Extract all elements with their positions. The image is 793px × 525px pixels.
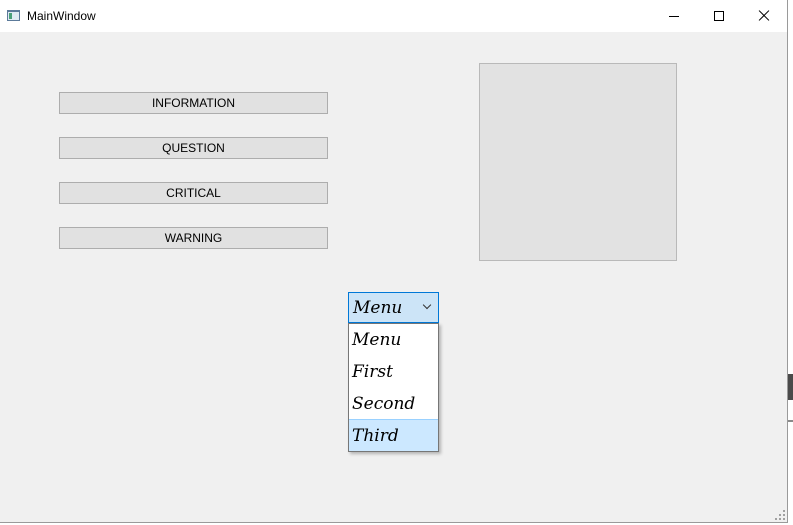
- dropdown-item-second[interactable]: Second: [349, 388, 438, 420]
- title-bar[interactable]: MainWindow: [0, 0, 787, 32]
- image-placeholder: [479, 63, 677, 261]
- minimize-button[interactable]: [651, 0, 697, 32]
- warning-button[interactable]: WARNING: [59, 227, 328, 249]
- dropdown-item-third[interactable]: Third: [349, 419, 438, 451]
- question-button[interactable]: QUESTION: [59, 137, 328, 159]
- minimize-icon: [669, 16, 679, 17]
- dropdown-item-menu[interactable]: Menu: [349, 324, 438, 356]
- combobox-selected-value: Menu: [353, 298, 403, 318]
- background-window-edge-line: [788, 420, 793, 422]
- dropdown-item-first[interactable]: First: [349, 356, 438, 388]
- resize-grip-icon[interactable]: [775, 510, 785, 520]
- close-icon: [758, 10, 770, 22]
- close-button[interactable]: [741, 0, 787, 32]
- critical-button[interactable]: CRITICAL: [59, 182, 328, 204]
- main-window: MainWindow INFORMATION QUESTION CRITICAL…: [0, 0, 788, 523]
- information-button[interactable]: INFORMATION: [59, 92, 328, 114]
- combobox-dropdown-list: Menu First Second Third: [348, 323, 439, 452]
- maximize-button[interactable]: [696, 0, 742, 32]
- window-title: MainWindow: [27, 9, 96, 23]
- menu-combobox[interactable]: Menu: [348, 292, 439, 323]
- maximize-icon: [714, 11, 724, 21]
- background-window-edge: [788, 374, 793, 400]
- chevron-down-icon: [422, 300, 432, 310]
- app-window-icon: [7, 10, 20, 21]
